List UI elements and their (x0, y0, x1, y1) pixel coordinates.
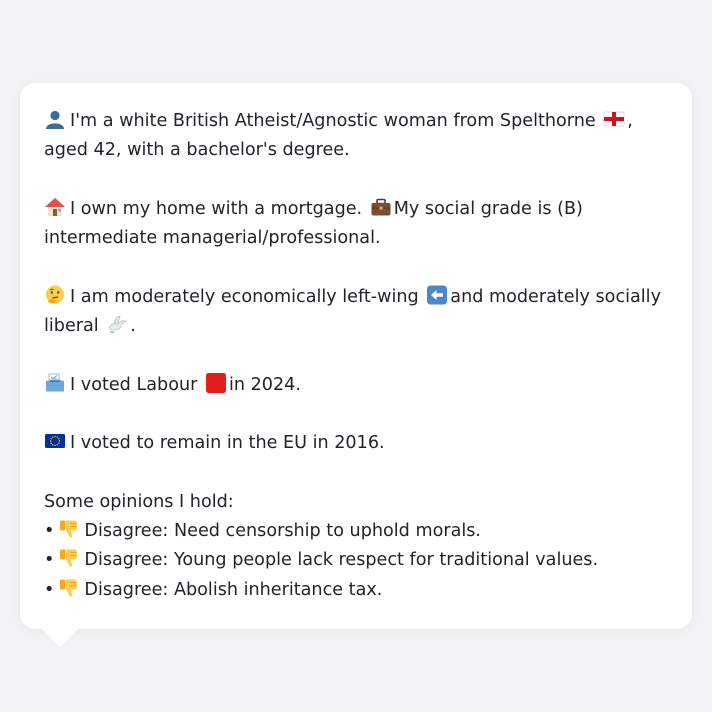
opinion-text: Disagree: Abolish inheritance tax. (84, 579, 383, 600)
ideology-paragraph: I am moderately economically left-wing a… (44, 283, 670, 342)
housing-paragraph: I own my home with a mortgage. My social… (44, 195, 670, 254)
briefcase-icon (370, 197, 392, 217)
opinions-list: • Disagree: Need censorship to uphold mo… (44, 517, 670, 605)
intro-paragraph: I'm a white British Atheist/Agnostic wom… (44, 107, 670, 166)
person-silhouette-icon (44, 109, 66, 129)
dove-icon (106, 314, 128, 334)
thumbs-down-icon (58, 548, 80, 568)
thumbs-down-icon (58, 578, 80, 598)
intro-text: I'm a white British Atheist/Agnostic wom… (70, 111, 596, 131)
red-square-icon (205, 372, 227, 393)
eu-vote-text: I voted to remain in the EU in 2016. (70, 433, 385, 454)
vote-2024-text-continued: in 2024. (228, 374, 301, 395)
vote-2024-text: I voted Labour (70, 374, 198, 395)
bullet-point: • (44, 521, 55, 542)
housing-text: I own my home with a mortgage. (70, 198, 363, 219)
bullet-point: • (44, 579, 55, 600)
opinions-heading: Some opinions I hold: (44, 491, 234, 512)
message-bubble: I'm a white British Atheist/Agnostic wom… (20, 83, 692, 629)
opinion-text: Disagree: Young people lack respect for … (84, 550, 599, 571)
eu-vote-paragraph: I voted to remain in the EU in 2016. (44, 429, 670, 458)
thumbs-down-icon (58, 519, 80, 539)
bullet-point: • (44, 550, 55, 571)
eu-flag-icon (44, 431, 66, 451)
left-arrow-icon (426, 285, 448, 305)
opinion-text: Disagree: Need censorship to uphold mora… (84, 521, 482, 542)
thinking-face-icon (44, 285, 66, 305)
vote-2024-paragraph: I voted Labour in 2024. (44, 371, 670, 400)
speech-bubble-tail (40, 627, 80, 647)
opinion-item: • Disagree: Young people lack respect fo… (44, 546, 670, 575)
house-icon (44, 197, 66, 217)
ballot-box-icon (44, 373, 66, 393)
opinion-item: • Disagree: Abolish inheritance tax. (44, 576, 670, 605)
ideology-period: . (130, 316, 136, 337)
england-flag-icon (603, 109, 625, 129)
opinion-item: • Disagree: Need censorship to uphold mo… (44, 517, 670, 546)
ideology-text: I am moderately economically left-wing (70, 286, 419, 307)
